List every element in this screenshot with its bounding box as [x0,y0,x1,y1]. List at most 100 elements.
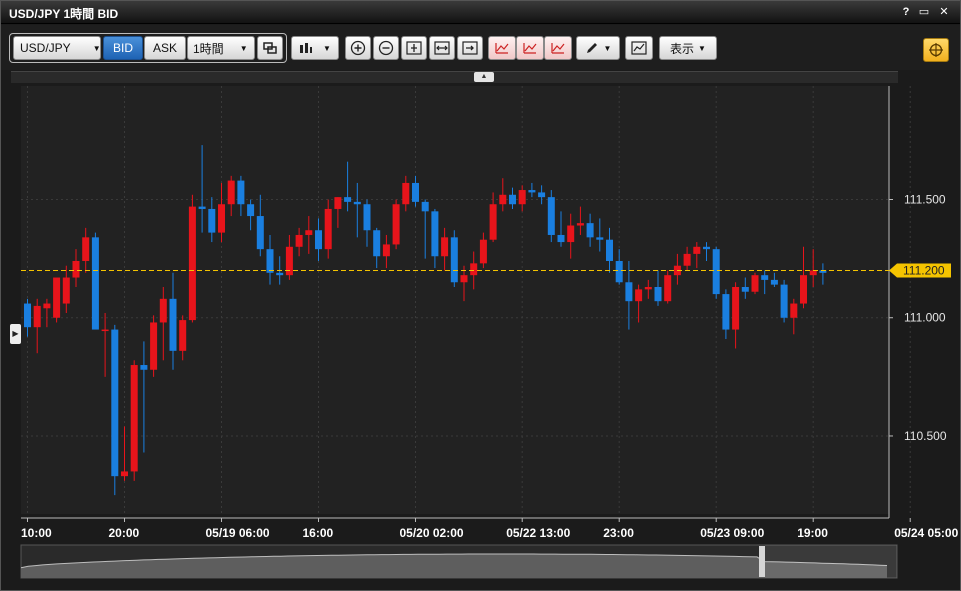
y-tick-label: 110.500 [904,429,947,443]
candle-body [635,289,643,302]
close-icon[interactable]: ✕ [937,5,951,19]
help-icon[interactable]: ? [899,5,913,19]
x-tick-label: 05/20 02:00 [400,526,464,540]
y-tick-label: 111.000 [904,311,946,325]
candle-body [101,329,109,332]
candle-body [227,180,235,205]
candle-body [703,246,710,250]
candle-body [518,190,526,205]
candle-body [353,201,361,205]
candle [751,272,759,295]
candle-body [33,305,41,328]
timeframe-label: 1時間 [193,41,224,56]
candle-body [324,208,332,250]
candle-body [460,275,468,283]
candle-body [576,223,584,226]
x-tick-label: 05/23 09:00 [700,526,764,540]
zoom-out-icon [378,40,394,56]
candle-body [111,329,119,477]
candle-body [615,260,623,283]
remove-indicator-button[interactable] [544,36,572,60]
chart-settings-icon [631,41,647,55]
current-price-label: 111.200 [903,263,945,277]
candle-body [693,246,701,254]
candle-body [72,260,80,278]
candle-body [305,230,313,235]
display-menu[interactable]: 表示 ▼ [659,36,717,60]
x-tick-label: 19:00 [797,526,828,540]
chart-type-select[interactable]: ▼ [291,36,339,60]
ask-button[interactable]: ASK [144,36,186,60]
candle-body [218,204,225,233]
candle-body [664,275,672,302]
candle-body [654,286,662,302]
zoom-out-button[interactable] [373,36,399,60]
add-indicator-button[interactable] [488,36,516,60]
candle-body [266,249,274,273]
scroll-latest-button[interactable] [457,36,483,60]
x-tick-label: 05/22 13:00 [506,526,570,540]
candle-body [208,208,216,233]
title-bar[interactable]: USD/JPY 1時間 BID ? ▭ ✕ [1,1,960,24]
crosshair-button[interactable] [923,38,949,62]
link-windows-button[interactable] [257,36,283,60]
bid-button[interactable]: BID [103,36,143,60]
candle-body [237,180,245,205]
chart-window: USD/JPY 1時間 BID ? ▭ ✕ USD/JPY ▼ BID ASK 1… [0,0,961,591]
candle-body [751,275,759,292]
edit-indicator-button[interactable] [516,36,544,60]
candle-body [159,298,167,323]
candle-body [538,192,546,198]
candle [53,277,61,323]
candlestick-chart[interactable]: 111.200 111.500 111.000 110.500 10:00 20:00… [1,83,960,591]
candle-body [586,223,594,238]
chevron-down-icon: ▼ [92,43,101,53]
candle-body [344,197,352,202]
candle-body [402,182,410,205]
crosshair-icon [929,43,943,57]
candle-body [82,237,90,261]
fit-horizontal-button[interactable] [429,36,455,60]
x-tick-label: 16:00 [303,526,334,540]
maximize-icon[interactable]: ▭ [917,5,931,19]
symbol-select[interactable]: USD/JPY ▼ [13,36,101,60]
candle-body [479,239,487,264]
candle-body [198,206,206,209]
candle [712,246,720,299]
candle-body [188,206,196,321]
arrow-right-icon [462,41,478,55]
candle-body [179,320,187,351]
x-tick-label: 10:00 [21,526,52,540]
x-tick-label: 23:00 [603,526,634,540]
candle-body [53,277,61,318]
candle-body [509,194,516,205]
candle-body [489,204,497,240]
candle [392,199,400,250]
zoom-in-button[interactable] [345,36,371,60]
chart-area[interactable]: 111.200 111.500 111.000 110.500 10:00 20:00… [1,83,960,591]
fit-vertical-button[interactable] [401,36,427,60]
y-axis: 111.500 111.000 110.500 [889,193,947,443]
candle-body [770,279,778,285]
candle-body [499,194,507,205]
candle-body [276,272,284,276]
navigator[interactable] [20,544,898,579]
candle-body [644,286,652,290]
candle-body [567,225,575,243]
candle-body [412,182,419,202]
candle-body [363,204,371,231]
chart-settings-button[interactable] [625,36,653,60]
candle [664,270,672,304]
side-panel-toggle-icon[interactable]: ▶ [10,324,21,344]
candle [91,232,99,330]
fit-horizontal-icon [434,41,450,55]
symbol-label: USD/JPY [20,41,71,55]
navigator-handle [759,546,765,577]
indicator-remove-icon [551,43,565,54]
candle-body [62,277,70,304]
candle-body [373,230,381,257]
timeframe-select[interactable]: 1時間 ▼ [187,36,255,60]
drawing-tool-select[interactable]: ▼ [576,36,620,60]
candle-body [528,190,536,193]
collapse-toolbar-icon[interactable]: ▲ [474,72,494,82]
